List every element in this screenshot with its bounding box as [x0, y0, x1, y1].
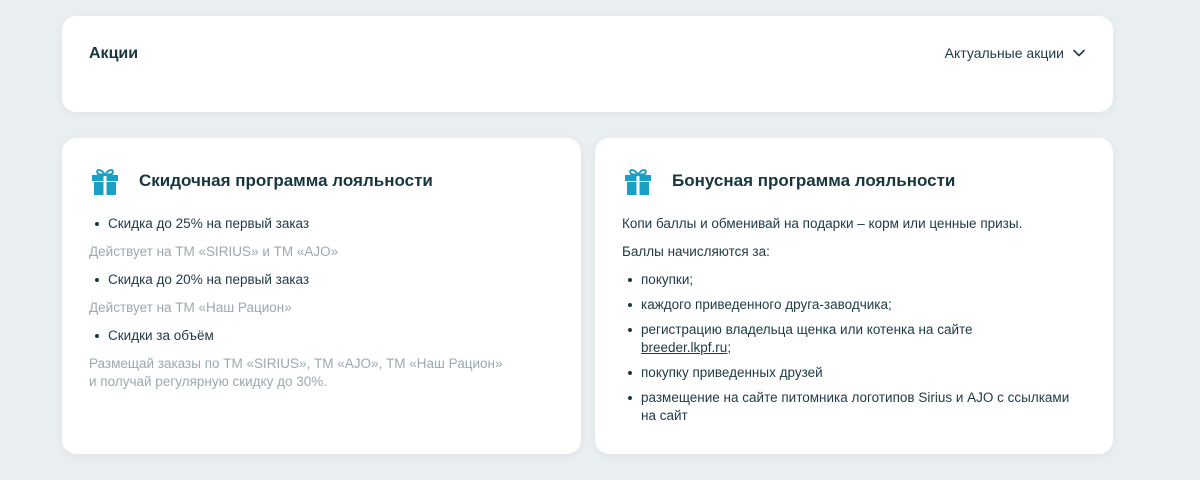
discount-program-list: Скидка до 25% на первый заказ Действует … [89, 215, 551, 401]
list-item: регистрацию владельца щенка или котенка … [622, 321, 1083, 357]
bonus-program-card: Бонусная программа лояльности Копи баллы… [595, 138, 1113, 454]
list-item-note: Действует на ТМ «Наш Рацион» [89, 300, 292, 315]
gift-icon [92, 169, 118, 195]
list-item: размещение на сайте питомника логотипов … [622, 389, 1083, 425]
promotions-filter-dropdown[interactable]: Актуальные акции [945, 45, 1085, 61]
list-item: Скидки за объём [89, 327, 551, 345]
gift-icon [625, 169, 651, 195]
list-item-note: Размещай заказы по ТМ «SIRIUS», ТМ «AJO»… [89, 356, 503, 371]
discount-program-card: Скидочная программа лояльности Скидка до… [62, 138, 581, 454]
discount-program-title: Скидочная программа лояльности [139, 171, 433, 190]
link-suffix: ; [727, 340, 732, 355]
bonus-intro: Копи баллы и обменивай на подарки – корм… [622, 216, 1023, 231]
discount-program-header: Скидочная программа лояльности [89, 165, 433, 197]
promotions-header: Акции Актуальные акции [62, 16, 1113, 112]
list-item: покупку приведенных друзей [622, 364, 1083, 382]
list-item: Скидка до 25% на первый заказ [89, 215, 551, 233]
chevron-down-icon [1073, 49, 1085, 57]
bonus-program-list: Копи баллы и обменивай на подарки – корм… [622, 215, 1083, 432]
page-title: Акции [89, 45, 139, 62]
list-item: Скидка до 20% на первый заказ [89, 271, 551, 289]
accrual-heading: Баллы начисляются за: [622, 244, 770, 259]
breeder-site-link[interactable]: breeder.lkpf.ru [641, 340, 727, 355]
filter-label: Актуальные акции [944, 45, 1064, 61]
list-item-note: Действует на ТМ «SIRIUS» и ТМ «AJO» [89, 244, 339, 259]
bonus-program-title: Бонусная программа лояльности [672, 171, 956, 190]
list-item-note: и получай регулярную скидку до 30%. [89, 374, 327, 389]
list-item: покупки; [622, 271, 1083, 289]
list-item-text: регистрацию владельца щенка или котенка … [641, 322, 973, 337]
bonus-program-header: Бонусная программа лояльности [622, 165, 955, 197]
list-item: каждого приведенного друга-заводчика; [622, 296, 1083, 314]
